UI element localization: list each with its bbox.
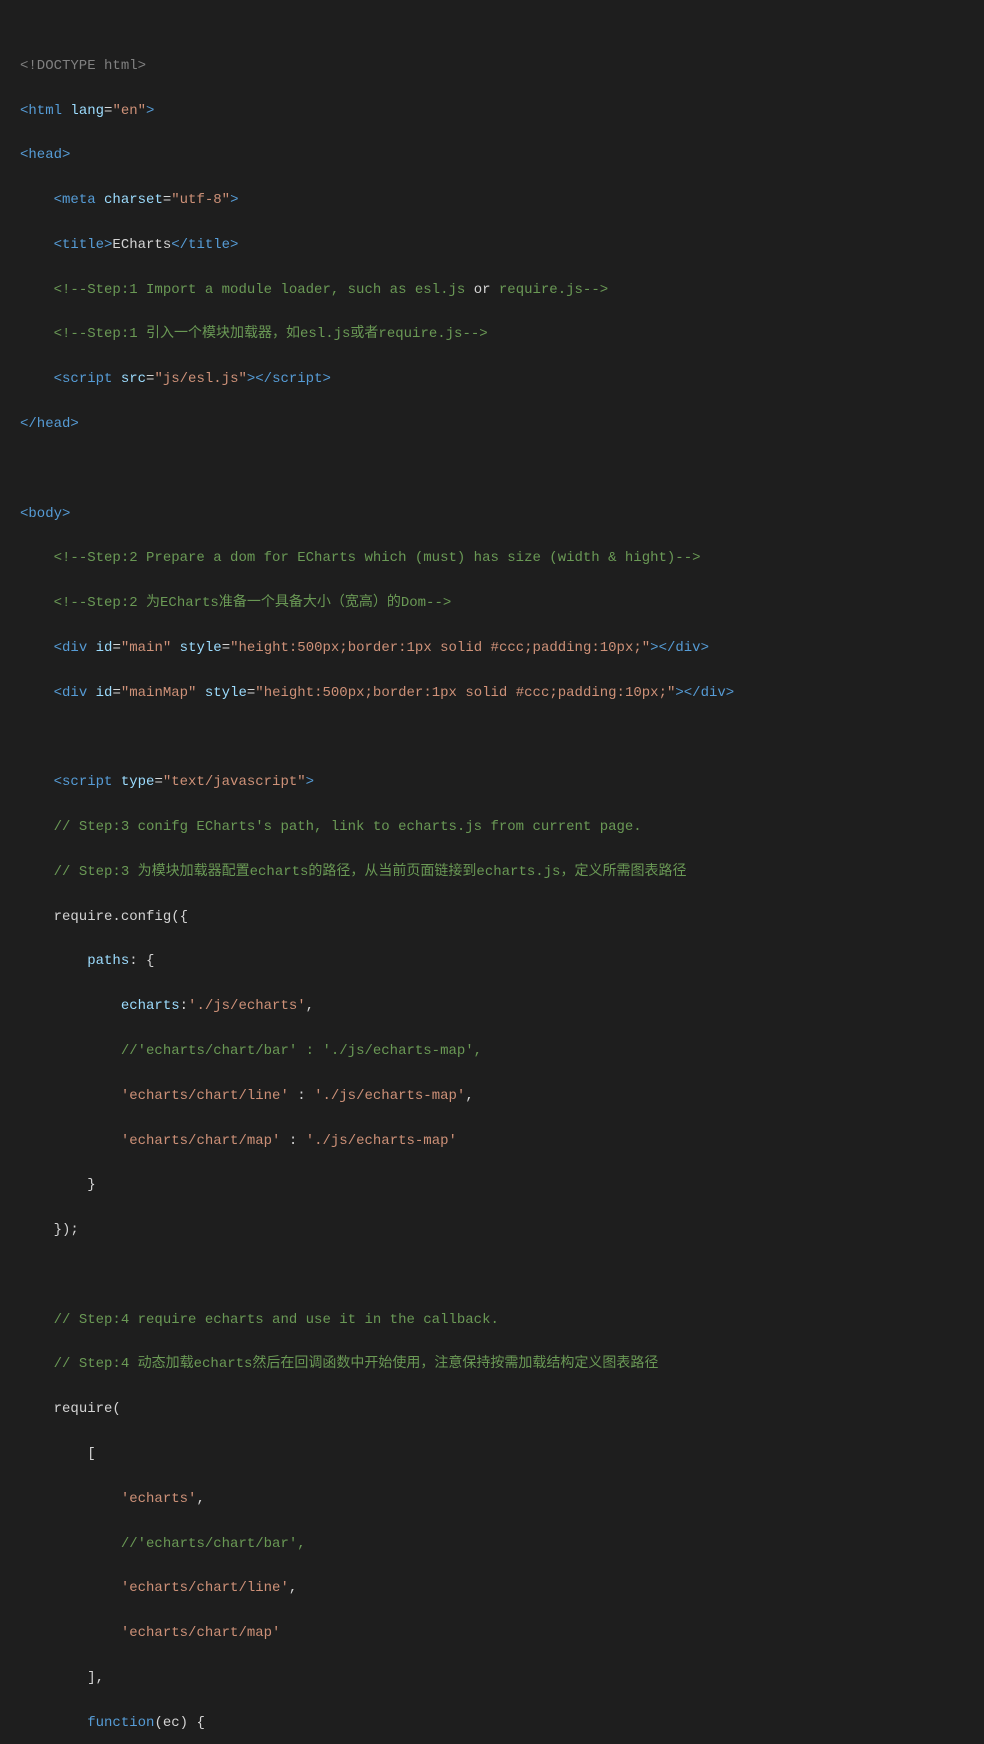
line-12: <!--Step:2 为ECharts准备一个具备大小（宽高）的Dom-->: [20, 592, 964, 614]
line-33: 'echarts/chart/map': [20, 1622, 964, 1644]
line-22: 'echarts/chart/line' : './js/echarts-map…: [20, 1085, 964, 1107]
line-5: <title>ECharts</title>: [20, 234, 964, 256]
line-20: echarts:'./js/echarts',: [20, 995, 964, 1017]
line-11: <!--Step:2 Prepare a dom for ECharts whi…: [20, 547, 964, 569]
line-3: <head>: [20, 144, 964, 166]
line-blank-3: [20, 1264, 964, 1286]
line-19: paths: {: [20, 950, 964, 972]
line-23: 'echarts/chart/map' : './js/echarts-map': [20, 1130, 964, 1152]
line-28: require(: [20, 1398, 964, 1420]
line-blank-1: [20, 458, 964, 480]
line-29: [: [20, 1443, 964, 1465]
line-16: // Step:3 conifg ECharts's path, link to…: [20, 816, 964, 838]
line-2: <html lang="en">: [20, 100, 964, 122]
line-32: 'echarts/chart/line',: [20, 1577, 964, 1599]
line-6: <!--Step:1 Import a module loader, such …: [20, 279, 964, 301]
line-27: // Step:4 动态加载echarts然后在回调函数中开始使用，注意保持按需…: [20, 1353, 964, 1375]
line-blank-2: [20, 727, 964, 749]
line-9: </head>: [20, 413, 964, 435]
line-4: <meta charset="utf-8">: [20, 189, 964, 211]
line-21: //'echarts/chart/bar' : './js/echarts-ma…: [20, 1040, 964, 1062]
line-18: require.config({: [20, 906, 964, 928]
line-34: ],: [20, 1667, 964, 1689]
line-31: //'echarts/chart/bar',: [20, 1533, 964, 1555]
line-17: // Step:3 为模块加载器配置echarts的路径，从当前页面链接到ech…: [20, 861, 964, 883]
line-1: <!DOCTYPE html>: [20, 55, 964, 77]
line-7: <!--Step:1 引入一个模块加载器，如esl.js或者require.js…: [20, 323, 964, 345]
line-10: <body>: [20, 503, 964, 525]
line-13: <div id="main" style="height:500px;borde…: [20, 637, 964, 659]
line-35: function(ec) {: [20, 1712, 964, 1734]
line-24: }: [20, 1174, 964, 1196]
line-8: <script src="js/esl.js"></script>: [20, 368, 964, 390]
line-30: 'echarts',: [20, 1488, 964, 1510]
line-25: });: [20, 1219, 964, 1241]
line-14: <div id="mainMap" style="height:500px;bo…: [20, 682, 964, 704]
line-26: // Step:4 require echarts and use it in …: [20, 1309, 964, 1331]
code-editor: <!DOCTYPE html> <html lang="en"> <head> …: [20, 10, 964, 1744]
line-15: <script type="text/javascript">: [20, 771, 964, 793]
